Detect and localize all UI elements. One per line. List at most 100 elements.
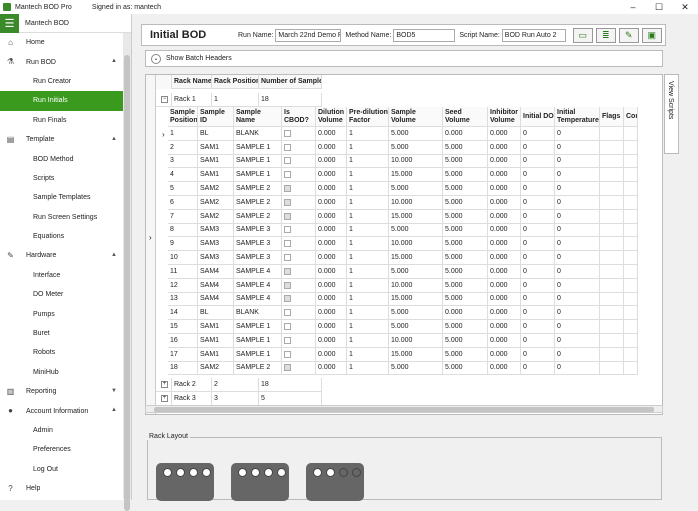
sample-cell[interactable]: SAM1 [198, 347, 234, 362]
sidebar-item-buret[interactable]: Buret [0, 324, 123, 343]
sidebar-item-hardware[interactable]: ✎ Hardware ▲ [0, 246, 123, 265]
sample-cell-empty[interactable] [600, 209, 624, 224]
sample-cell[interactable]: 0.000 [488, 278, 521, 293]
sample-cell[interactable]: 5.000 [443, 278, 488, 293]
cbod-checkbox[interactable] [284, 143, 291, 151]
sample-cell[interactable]: 0.000 [316, 251, 347, 265]
sample-cell[interactable]: 3 [168, 154, 198, 169]
sample-cell[interactable]: 15.000 [389, 347, 443, 362]
sample-cell[interactable]: 0.000 [316, 182, 347, 196]
sample-cell[interactable]: 5.000 [443, 223, 488, 238]
sample-cell[interactable]: SAMPLE 2 [234, 182, 282, 196]
col-header[interactable]: Rack Position [212, 75, 259, 89]
sample-cell[interactable]: 0 [521, 320, 555, 334]
cbod-checkbox[interactable] [284, 157, 291, 165]
run-name-field[interactable]: March 22nd Demo R [275, 28, 342, 42]
sample-cell[interactable]: SAMPLE 1 [234, 334, 282, 348]
sample-cell[interactable]: 0 [521, 265, 555, 279]
sample-cell[interactable]: 0.000 [316, 127, 347, 141]
sample-cell[interactable]: 1 [347, 320, 389, 334]
sample-cell-empty[interactable] [624, 278, 638, 293]
sample-cell[interactable]: 0 [555, 251, 600, 265]
sample-cell[interactable]: 0.000 [443, 127, 488, 141]
sample-cell-empty[interactable] [600, 168, 624, 183]
sample-cell[interactable]: 0.000 [488, 127, 521, 141]
sample-cell-empty[interactable] [600, 334, 624, 348]
cbod-checkbox[interactable] [284, 240, 291, 248]
sample-cell[interactable]: 1 [347, 361, 389, 376]
sample-col-header[interactable]: Sample Name [234, 107, 282, 127]
sample-row[interactable]: 18 SAM2 SAMPLE 2 0.000 1 5.000 5.000 0.000 0 0 [168, 361, 638, 376]
sample-cell[interactable]: 0 [521, 251, 555, 265]
cbod-checkbox[interactable] [284, 336, 291, 344]
sample-cell[interactable]: 16 [168, 334, 198, 348]
sample-cell[interactable]: 5.000 [389, 306, 443, 321]
sample-row[interactable]: 17 SAM1 SAMPLE 1 0.000 1 15.000 5.000 0.000 0 0 [168, 347, 638, 362]
sample-col-header[interactable]: Sample Volume [389, 107, 443, 127]
sample-cell[interactable]: 0.000 [316, 361, 347, 376]
sample-cell[interactable]: 2 [168, 140, 198, 155]
sample-cell-empty[interactable] [600, 154, 624, 169]
sample-cell[interactable]: 5.000 [389, 361, 443, 376]
sample-cell[interactable]: 5.000 [443, 320, 488, 334]
cbod-checkbox-cell[interactable] [282, 223, 316, 238]
cbod-checkbox-cell[interactable] [282, 237, 316, 252]
rack-row[interactable]: − Rack 1 1 18 [156, 93, 322, 107]
sidebar-item-home[interactable]: ⌂ Home [0, 33, 123, 52]
sample-cell[interactable]: 5.000 [389, 182, 443, 196]
sample-cell-empty[interactable] [624, 154, 638, 169]
sample-cell[interactable]: SAMPLE 1 [234, 140, 282, 155]
maximize-icon[interactable]: ☐ [646, 0, 672, 14]
sample-cell[interactable]: 1 [347, 168, 389, 183]
method-name-field[interactable]: BOD5 [393, 28, 456, 42]
sample-row[interactable]: 15 SAM1 SAMPLE 1 0.000 1 5.000 5.000 0.000 0 0 [168, 320, 638, 334]
close-icon[interactable]: ✕ [672, 0, 698, 14]
sample-cell[interactable]: SAM2 [198, 196, 234, 210]
cbod-checkbox-cell[interactable] [282, 140, 316, 155]
sidebar-item-sample-templates[interactable]: Sample Templates [0, 188, 123, 207]
sample-col-header[interactable]: Dilution Volume [316, 107, 347, 127]
cbod-checkbox[interactable] [284, 364, 291, 372]
cbod-checkbox-cell[interactable] [282, 182, 316, 196]
sample-cell[interactable]: 0.000 [488, 196, 521, 210]
sample-cell-empty[interactable] [624, 265, 638, 279]
sample-cell[interactable]: SAM3 [198, 223, 234, 238]
sample-cell[interactable]: 0 [521, 334, 555, 348]
sample-cell[interactable]: 1 [347, 292, 389, 307]
sample-cell[interactable]: 0.000 [488, 265, 521, 279]
sample-cell[interactable]: 5.000 [443, 196, 488, 210]
rack-plate[interactable] [306, 463, 364, 501]
sample-row[interactable]: 16 SAM1 SAMPLE 1 0.000 1 10.000 5.000 0.000 0 0 [168, 334, 638, 348]
cbod-checkbox-cell[interactable] [282, 209, 316, 224]
sample-cell[interactable]: 1 [347, 223, 389, 238]
sample-cell[interactable]: BL [198, 306, 234, 321]
horizontal-scrollbar[interactable] [145, 405, 663, 413]
cbod-checkbox-cell[interactable] [282, 251, 316, 265]
sample-cell[interactable]: 18 [168, 361, 198, 376]
sidebar-item-scripts[interactable]: Scripts [0, 169, 123, 188]
cbod-checkbox[interactable] [284, 254, 291, 262]
sample-cell[interactable]: 5.000 [443, 251, 488, 265]
sample-cell-empty[interactable] [624, 347, 638, 362]
sample-cell-empty[interactable] [624, 209, 638, 224]
sample-cell-empty[interactable] [600, 347, 624, 362]
rack-row[interactable]: + Rack 2 2 18 [156, 378, 322, 392]
sample-cell[interactable]: 5.000 [389, 223, 443, 238]
cbod-checkbox-cell[interactable] [282, 154, 316, 169]
sample-cell[interactable]: 10.000 [389, 334, 443, 348]
sidebar-item-run-initials[interactable]: Run Initials [0, 91, 123, 111]
sample-cell[interactable]: 0.000 [316, 196, 347, 210]
sample-cell[interactable]: 5.000 [443, 209, 488, 224]
cbod-checkbox-cell[interactable] [282, 347, 316, 362]
sample-cell-empty[interactable] [600, 265, 624, 279]
sample-cell[interactable]: 0 [555, 127, 600, 141]
sample-cell[interactable]: 5.000 [443, 140, 488, 155]
sample-cell[interactable]: 15 [168, 320, 198, 334]
sample-cell[interactable]: SAM3 [198, 237, 234, 252]
sample-cell[interactable]: BLANK [234, 127, 282, 141]
sample-cell[interactable]: 5.000 [443, 265, 488, 279]
sample-row[interactable]: 1 BL BLANK 0.000 1 5.000 0.000 0.000 0 0 [168, 127, 638, 141]
sample-cell[interactable]: 5.000 [389, 140, 443, 155]
cbod-checkbox[interactable] [284, 323, 291, 331]
save-button[interactable]: ▣ [641, 27, 662, 43]
